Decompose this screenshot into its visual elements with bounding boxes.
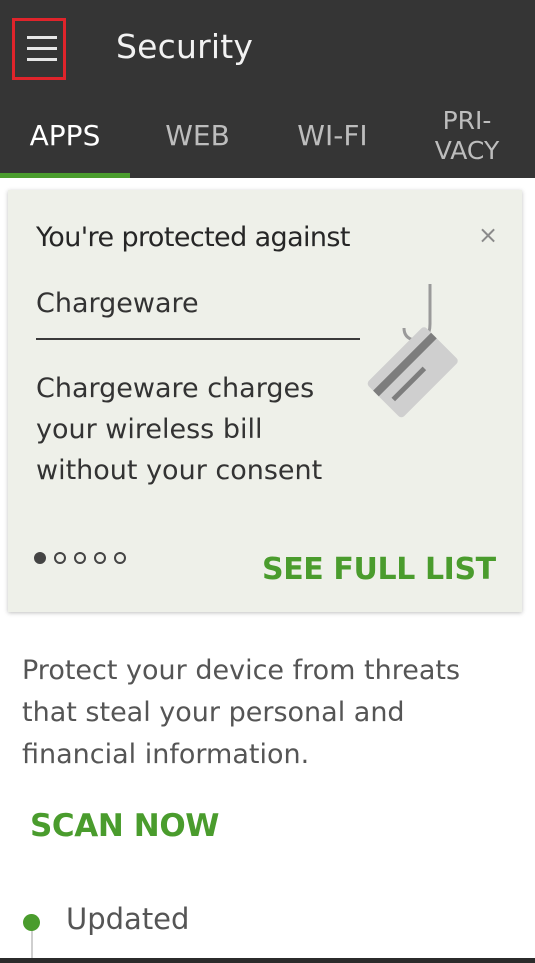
tab-apps[interactable]: APPS [0, 120, 130, 190]
app-bar: Security APPS WEB WI-FI PRI- VACY [0, 0, 535, 178]
active-tab-indicator [0, 173, 130, 178]
page-title: Security [116, 27, 254, 66]
tab-privacy[interactable]: PRI- VACY [403, 106, 531, 176]
status-label: Updated [66, 902, 190, 936]
hamburger-menu-icon-bar-2 [27, 47, 57, 50]
card-heading: You're protected against [36, 222, 350, 253]
tab-wifi[interactable]: WI-FI [265, 120, 400, 190]
pagination-dot-3[interactable] [74, 552, 86, 564]
see-full-list-button[interactable]: SEE FULL LIST [262, 552, 496, 587]
close-icon[interactable]: × [470, 220, 506, 250]
scan-now-button[interactable]: SCAN NOW [30, 808, 220, 844]
pagination-dot-1[interactable] [34, 552, 46, 564]
status-indicator-icon [23, 914, 40, 931]
tab-web[interactable]: WEB [135, 120, 260, 190]
pagination-dot-5[interactable] [114, 552, 126, 564]
threat-description: Chargeware charges your wireless bill wi… [36, 373, 323, 486]
threat-name: Chargeware [36, 288, 199, 319]
bottom-edge [0, 958, 535, 963]
hamburger-menu-icon [27, 36, 57, 39]
menu-button[interactable] [12, 18, 66, 80]
card-divider [36, 338, 360, 340]
protection-description: Protect your device from threats that st… [22, 655, 461, 770]
pagination-dot-2[interactable] [54, 552, 66, 564]
tab-privacy-label: PRI- VACY [434, 106, 500, 165]
hamburger-menu-icon-bar-3 [27, 58, 57, 61]
pagination-dot-4[interactable] [94, 552, 106, 564]
credit-card-hook-icon [367, 284, 458, 418]
